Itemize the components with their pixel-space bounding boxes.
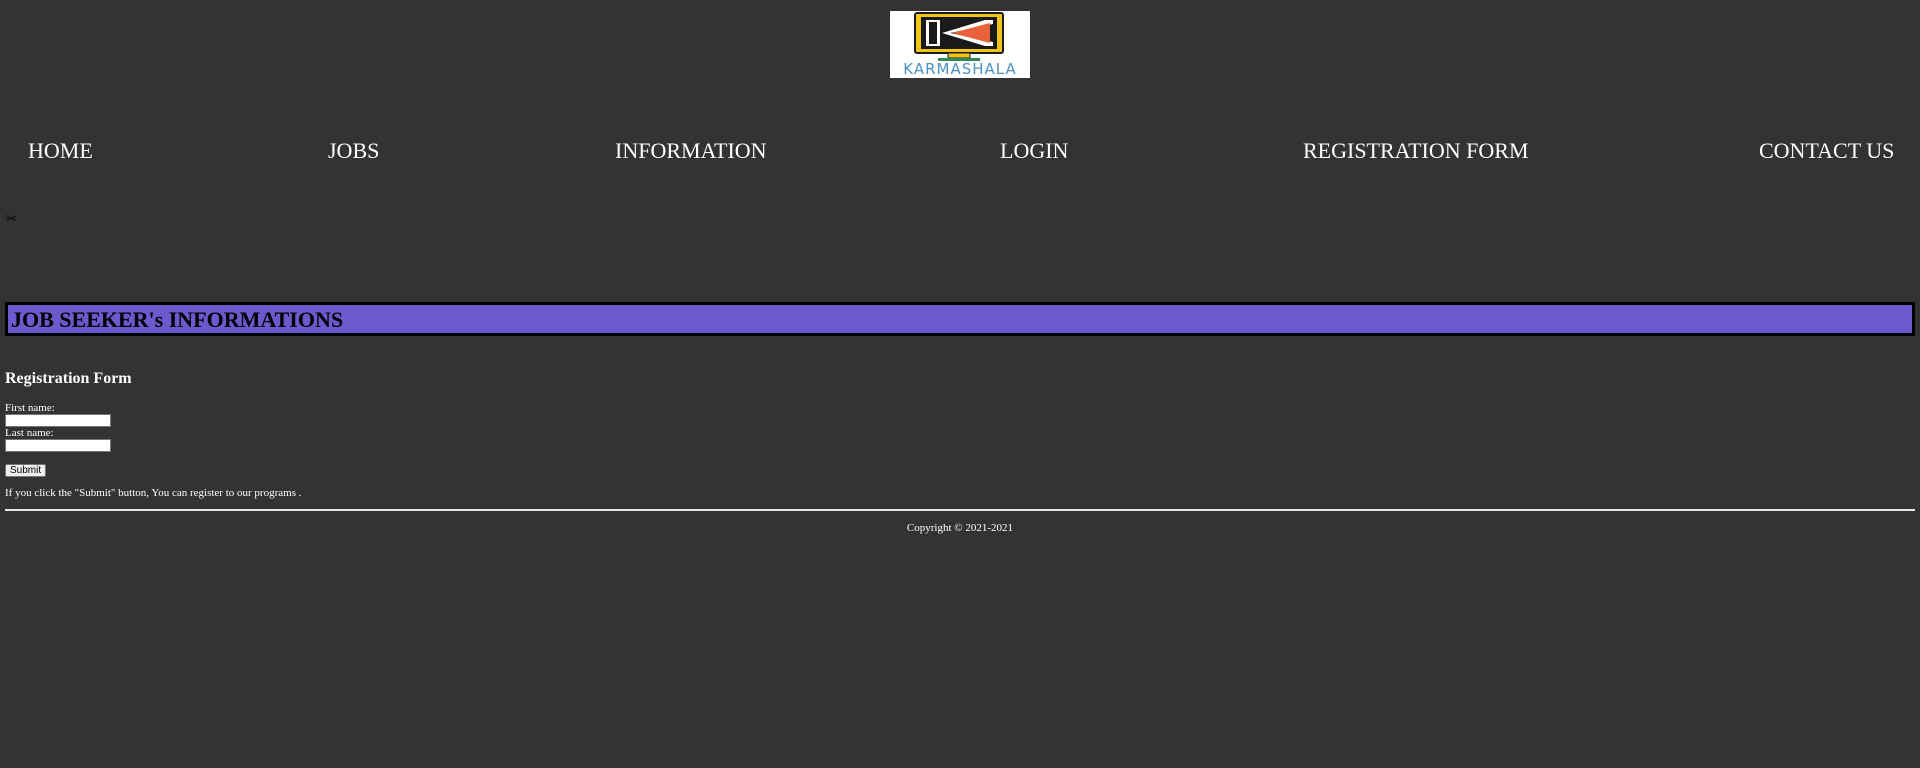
registration-form-title: Registration Form xyxy=(5,370,132,387)
nav-home[interactable]: HOME xyxy=(28,138,93,164)
site-logo: KARMASHALA xyxy=(890,11,1030,78)
first-name-input[interactable] xyxy=(5,414,111,427)
last-name-label: Last name: xyxy=(5,427,54,439)
last-name-input[interactable] xyxy=(5,439,111,452)
nav-jobs[interactable]: JOBS xyxy=(328,138,379,164)
first-name-label: First name: xyxy=(5,402,55,414)
footer-divider xyxy=(5,509,1915,511)
banner-title: JOB SEEKER's INFORMATIONS xyxy=(11,307,344,332)
main-nav: HOME JOBS INFORMATION LOGIN REGISTRATION… xyxy=(0,138,1920,166)
broken-image-icon: ✂ xyxy=(6,211,17,226)
submit-button[interactable]: Submit xyxy=(5,464,47,477)
submit-note: If you click the "Submit" button, You ca… xyxy=(5,487,302,499)
nav-registration-form[interactable]: REGISTRATION FORM xyxy=(1303,138,1529,164)
nav-contact-us[interactable]: CONTACT US xyxy=(1759,138,1894,164)
karmashala-logo-icon: KARMASHALA xyxy=(890,11,1030,78)
nav-login[interactable]: LOGIN xyxy=(1000,138,1068,164)
copyright-text: Copyright © 2021-2021 xyxy=(906,522,1014,534)
job-seeker-banner: JOB SEEKER's INFORMATIONS xyxy=(5,302,1915,336)
nav-information[interactable]: INFORMATION xyxy=(615,138,767,164)
logo-text: KARMASHALA xyxy=(903,60,1016,78)
